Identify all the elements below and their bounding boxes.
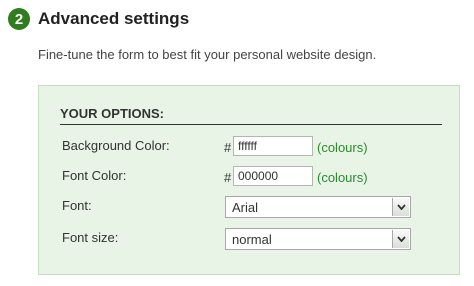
- background-color-input[interactable]: [233, 136, 313, 156]
- background-colours-link[interactable]: (colours): [317, 140, 368, 155]
- chevron-down-icon[interactable]: [392, 230, 409, 248]
- font-select-value: Arial: [232, 200, 259, 215]
- font-select[interactable]: Arial: [225, 196, 411, 218]
- background-color-hash: #: [224, 140, 232, 155]
- step-header: 2 Advanced settings: [8, 8, 189, 30]
- font-color-label: Font Color:: [62, 168, 127, 183]
- chevron-down-icon[interactable]: [392, 198, 409, 216]
- font-label: Font:: [62, 198, 92, 213]
- options-panel: YOUR OPTIONS: Background Color: # (colou…: [38, 85, 460, 275]
- font-color-input[interactable]: [233, 166, 313, 186]
- background-color-label: Background Color:: [62, 138, 170, 153]
- font-size-select[interactable]: normal: [225, 228, 411, 250]
- font-colours-link[interactable]: (colours): [317, 170, 368, 185]
- step-number-badge: 2: [8, 8, 30, 30]
- options-heading: YOUR OPTIONS:: [60, 106, 442, 125]
- font-color-hash: #: [224, 170, 232, 185]
- section-title: Advanced settings: [38, 9, 190, 28]
- section-description: Fine-tune the form to best fit your pers…: [38, 47, 377, 62]
- font-size-select-value: normal: [232, 232, 272, 247]
- font-size-label: Font size:: [62, 230, 119, 245]
